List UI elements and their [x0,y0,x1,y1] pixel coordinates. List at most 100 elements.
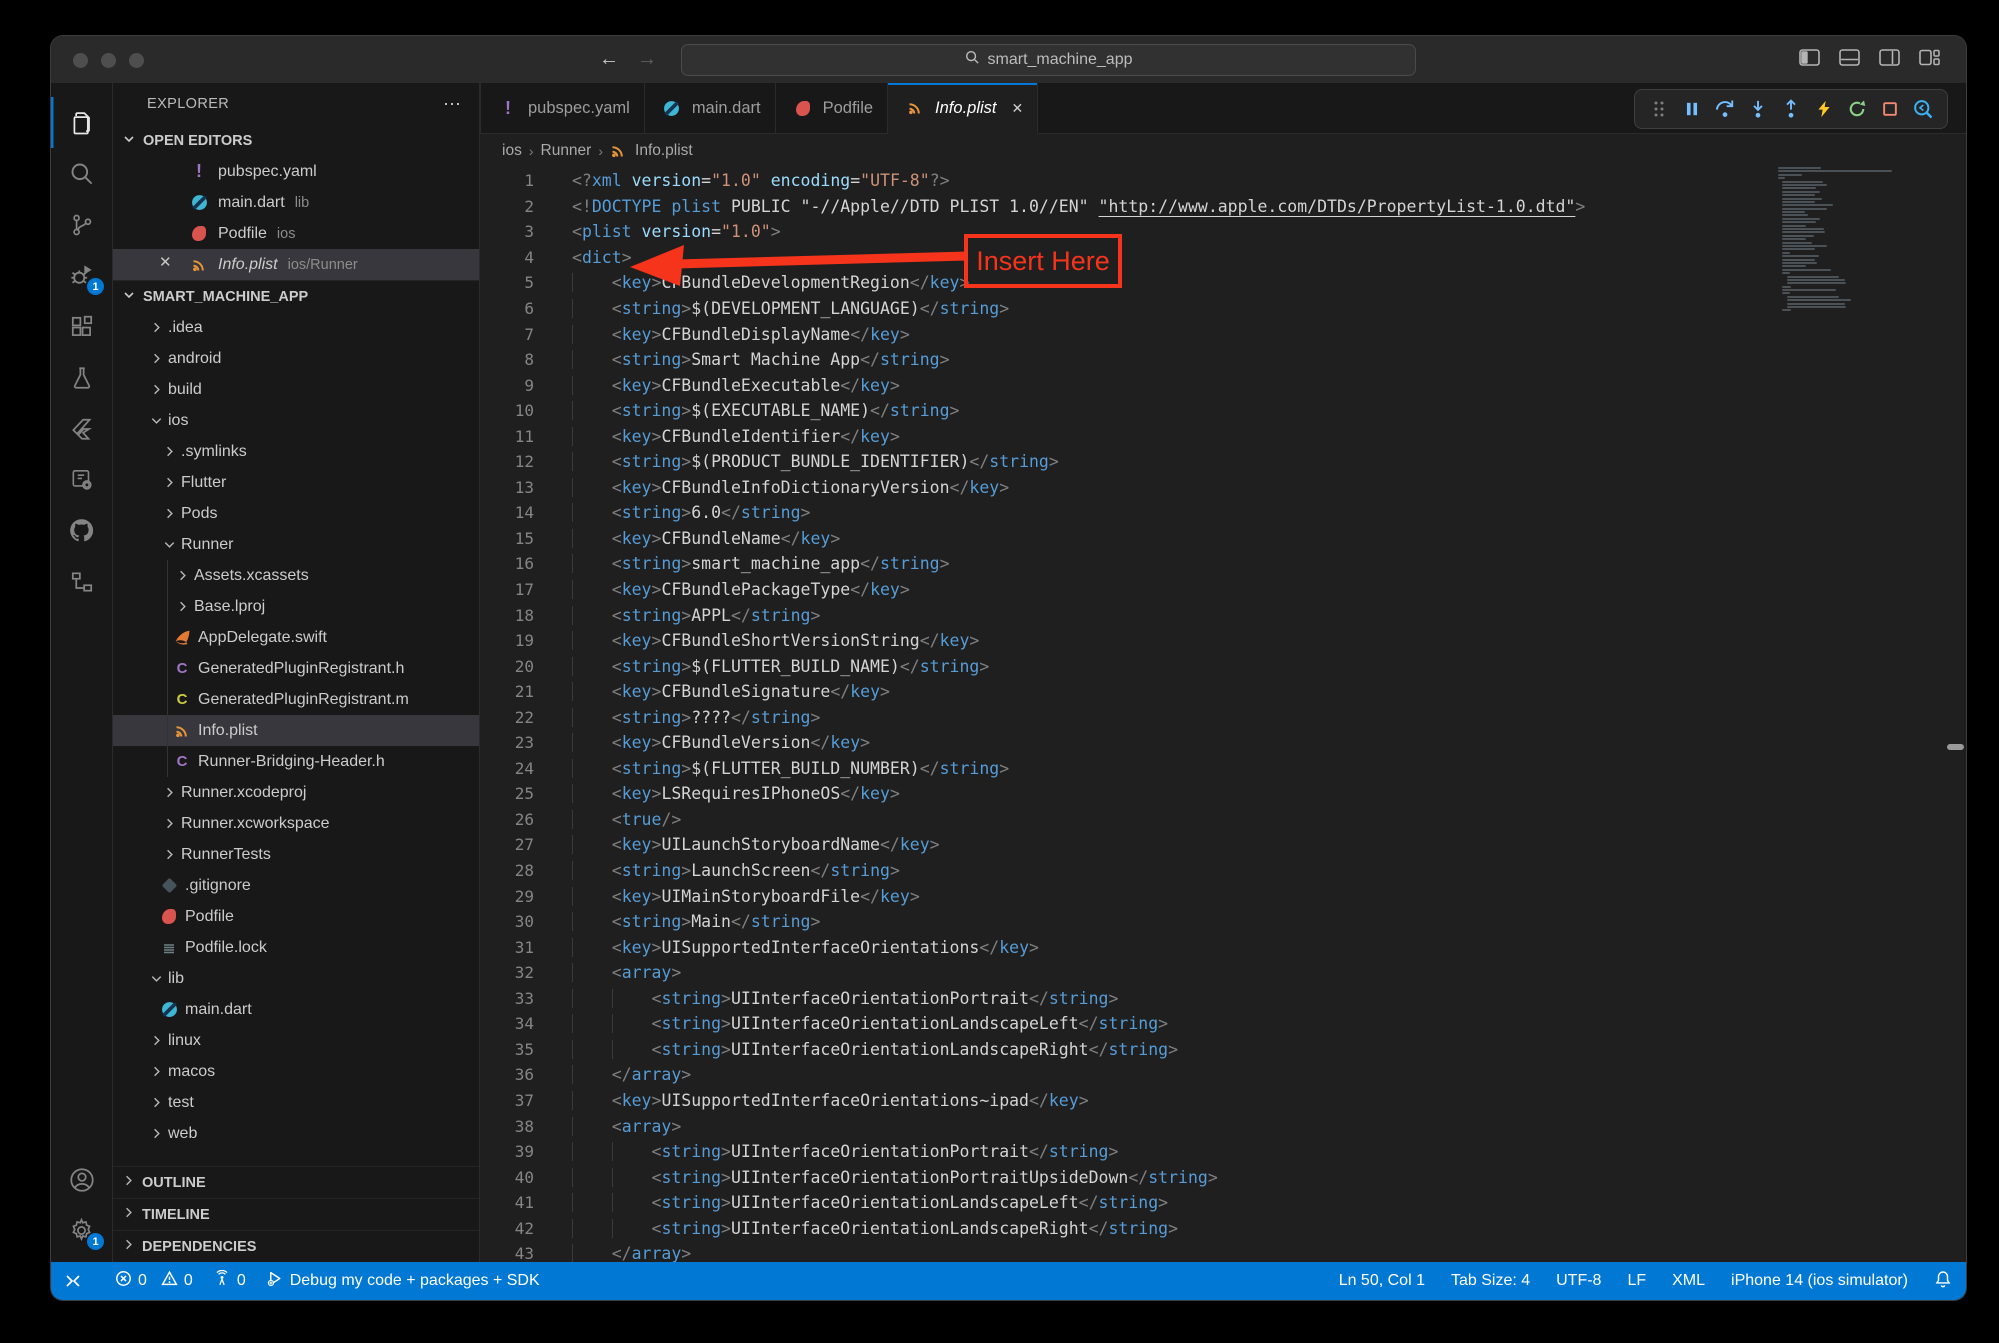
tree-item-symlinks[interactable]: .symlinks [113,436,479,467]
tree-item-runner-bridging-header-h[interactable]: CRunner-Bridging-Header.h [113,746,479,777]
github-icon[interactable] [51,505,112,556]
tab-main-dart[interactable]: main.dart [645,83,776,133]
tab-info-plist[interactable]: Info.plist✕ [888,83,1038,134]
ports-indicator[interactable]: 0 [213,1270,246,1292]
command-center-search[interactable]: smart_machine_app [681,44,1416,76]
code-line[interactable]: 21 <key>CFBundleSignature</key> [480,679,1966,705]
notifications-bell-icon[interactable] [1934,1270,1952,1293]
code-line[interactable]: 14 <string>6.0</string> [480,500,1966,526]
code-line[interactable]: 38 <array> [480,1113,1966,1139]
status-ln-50-col-1[interactable]: Ln 50, Col 1 [1339,1272,1425,1290]
layout-panel-icon[interactable] [1839,49,1860,66]
tree-item-generatedpluginregistrant-h[interactable]: CGeneratedPluginRegistrant.h [113,653,479,684]
section-dependencies[interactable]: DEPENDENCIES [113,1230,479,1262]
explorer-icon[interactable] [51,97,112,148]
back-icon[interactable]: ← [599,48,619,71]
open-editor-podfile[interactable]: Podfileios [113,218,479,249]
code-line[interactable]: 1<?xml version="1.0" encoding="UTF-8"?> [480,168,1966,194]
code-line[interactable]: 23 <key>CFBundleVersion</key> [480,730,1966,756]
problems-indicator[interactable]: 0 0 [115,1270,193,1292]
status-lf[interactable]: LF [1627,1272,1646,1290]
layout-grid-icon[interactable] [1919,49,1940,66]
code-line[interactable]: 19 <key>CFBundleShortVersionString</key> [480,628,1966,654]
tree-item-runner-xcodeproj[interactable]: Runner.xcodeproj [113,777,479,808]
code-line[interactable]: 40 <string>UIInterfaceOrientationPortrai… [480,1164,1966,1190]
stop-icon[interactable] [1878,97,1902,121]
code-line[interactable]: 8 <string>Smart Machine App</string> [480,347,1966,373]
tree-item-flutter[interactable]: Flutter [113,467,479,498]
step-into-icon[interactable] [1746,97,1770,121]
testing-icon[interactable] [51,352,112,403]
code-line[interactable]: 10 <string>$(EXECUTABLE_NAME)</string> [480,398,1966,424]
code-line[interactable]: 22 <string>????</string> [480,704,1966,730]
window-controls[interactable] [73,53,144,68]
open-editors-section[interactable]: OPEN EDITORS [113,125,479,156]
code-line[interactable]: 9 <key>CFBundleExecutable</key> [480,372,1966,398]
code-line[interactable]: 16 <string>smart_machine_app</string> [480,551,1966,577]
tree-item-assets-xcassets[interactable]: Assets.xcassets [113,560,479,591]
hot-reload-icon[interactable] [1812,97,1836,121]
remote-indicator-icon[interactable] [51,1262,95,1300]
tree-item-gitignore[interactable]: .gitignore [113,870,479,901]
code-line[interactable]: 30 <string>Main</string> [480,909,1966,935]
code-line[interactable]: 11 <key>CFBundleIdentifier</key> [480,423,1966,449]
account-icon[interactable] [51,1154,112,1205]
section-outline[interactable]: OUTLINE [113,1166,479,1198]
code-editor[interactable]: 1<?xml version="1.0" encoding="UTF-8"?>2… [480,167,1966,1262]
tree-item-test[interactable]: test [113,1087,479,1118]
code-line[interactable]: 12 <string>$(PRODUCT_BUNDLE_IDENTIFIER)<… [480,449,1966,475]
settings-gear-icon[interactable]: 1 [51,1205,112,1256]
pause-icon[interactable] [1680,97,1704,121]
layout-sidebar-right-icon[interactable] [1879,49,1900,66]
code-line[interactable]: 5 <key>CFBundleDevelopmentRegion</key> [480,270,1966,296]
code-line[interactable]: 33 <string>UIInterfaceOrientationPortrai… [480,986,1966,1012]
search-icon[interactable] [51,148,112,199]
run-debug-icon[interactable]: 1 [51,250,112,301]
step-over-icon[interactable] [1713,97,1737,121]
tree-item-base-lproj[interactable]: Base.lproj [113,591,479,622]
open-editor-pubspec-yaml[interactable]: !pubspec.yaml [113,156,479,187]
code-line[interactable]: 32 <array> [480,960,1966,986]
code-line[interactable]: 27 <key>UILaunchStoryboardName</key> [480,832,1966,858]
tree-item-build[interactable]: build [113,374,479,405]
debug-status[interactable]: Debug my code + packages + SDK [266,1270,540,1292]
code-line[interactable]: 15 <key>CFBundleName</key> [480,526,1966,552]
code-line[interactable]: 31 <key>UISupportedInterfaceOrientations… [480,934,1966,960]
tree-item-lib[interactable]: lib [113,963,479,994]
code-line[interactable]: 26 <true/> [480,807,1966,833]
tree-item-linux[interactable]: linux [113,1025,479,1056]
tab-podfile[interactable]: Podfile [776,83,888,133]
breadcrumb-item-runner[interactable]: Runner [541,142,592,160]
source-control-icon[interactable] [51,199,112,250]
code-line[interactable]: 37 <key>UISupportedInterfaceOrientations… [480,1088,1966,1114]
status-xml[interactable]: XML [1672,1272,1705,1290]
tree-item-web[interactable]: web [113,1118,479,1149]
code-line[interactable]: 2<!DOCTYPE plist PUBLIC "-//Apple//DTD P… [480,194,1966,220]
code-line[interactable]: 24 <string>$(FLUTTER_BUILD_NUMBER)</stri… [480,756,1966,782]
widget-inspector-icon[interactable] [1911,97,1935,121]
tab-pubspec-yaml[interactable]: !pubspec.yaml [480,83,645,133]
tree-item-appdelegate-swift[interactable]: AppDelegate.swift [113,622,479,653]
gripper-icon[interactable] [1647,97,1671,121]
tree-item-android[interactable]: android [113,343,479,374]
code-line[interactable]: 35 <string>UIInterfaceOrientationLandsca… [480,1037,1966,1063]
code-line[interactable]: 6 <string>$(DEVELOPMENT_LANGUAGE)</strin… [480,296,1966,322]
breadcrumb-item-ios[interactable]: ios [502,142,522,160]
tree-item-runner[interactable]: Runner [113,529,479,560]
code-line[interactable]: 34 <string>UIInterfaceOrientationLandsca… [480,1011,1966,1037]
forward-icon[interactable]: → [637,48,657,71]
open-editor-main-dart[interactable]: main.dartlib [113,187,479,218]
tree-item-podfile[interactable]: Podfile [113,901,479,932]
code-line[interactable]: 43 </array> [480,1241,1966,1262]
project-section-header[interactable]: SMART_MACHINE_APP [113,280,479,312]
code-line[interactable]: 20 <string>$(FLUTTER_BUILD_NAME)</string… [480,653,1966,679]
scrollbar-mark[interactable] [1947,744,1964,750]
close-icon[interactable]: ✕ [159,253,172,271]
extensions-icon[interactable] [51,301,112,352]
tree-item-runner-xcworkspace[interactable]: Runner.xcworkspace [113,808,479,839]
tree-item-info-plist[interactable]: Info.plist [113,715,479,746]
layout-sidebar-icon[interactable] [1799,49,1820,66]
minimap[interactable] [1778,167,1928,313]
code-line[interactable]: 3<plist version="1.0"> [480,219,1966,245]
code-line[interactable]: 29 <key>UIMainStoryboardFile</key> [480,883,1966,909]
